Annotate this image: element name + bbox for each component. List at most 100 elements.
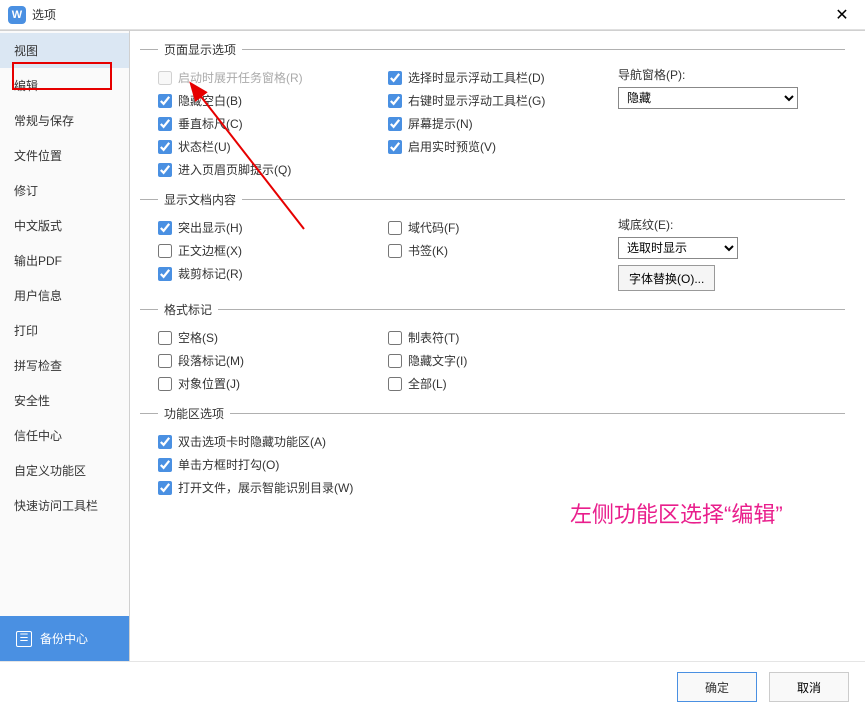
format-marks-checkbox-input-2[interactable] (158, 377, 172, 391)
page-display-checkbox-input-1[interactable] (388, 94, 402, 108)
format-marks-checkbox-2[interactable]: 全部(L) (388, 372, 608, 395)
checkbox-label: 打开文件，展示智能识别目录(W) (178, 479, 353, 496)
sidebar: 视图编辑常规与保存文件位置修订中文版式输出PDF用户信息打印拼写检查安全性信任中… (0, 31, 130, 661)
page-display-checkbox-input-0[interactable] (388, 71, 402, 85)
page-display-checkbox-0[interactable]: 选择时显示浮动工具栏(D) (388, 66, 608, 89)
format-marks-checkbox-input-2[interactable] (388, 377, 402, 391)
checkbox-label: 隐藏空白(B) (178, 92, 242, 109)
format-marks-checkbox-input-1[interactable] (158, 354, 172, 368)
cancel-button[interactable]: 取消 (769, 672, 849, 702)
doc-content-checkbox-1[interactable]: 书签(K) (388, 239, 608, 262)
sidebar-item-13[interactable]: 快速访问工具栏 (0, 488, 129, 523)
group-legend: 页面显示选项 (158, 41, 242, 58)
group-format-marks: 格式标记 空格(S)段落标记(M)对象位置(J) 制表符(T)隐藏文字(I)全部… (140, 301, 845, 399)
doc-content-checkbox-1[interactable]: 正文边框(X) (158, 239, 378, 262)
format-marks-checkbox-input-0[interactable] (388, 331, 402, 345)
checkbox-label: 书签(K) (408, 242, 448, 259)
checkbox-label: 垂直标尺(C) (178, 115, 243, 132)
format-marks-checkbox-0[interactable]: 制表符(T) (388, 326, 608, 349)
sidebar-item-7[interactable]: 用户信息 (0, 278, 129, 313)
doc-content-checkbox-2[interactable]: 裁剪标记(R) (158, 262, 378, 285)
format-marks-checkbox-input-1[interactable] (388, 354, 402, 368)
checkbox-label: 选择时显示浮动工具栏(D) (408, 69, 545, 86)
doc-content-checkbox-0[interactable]: 突出显示(H) (158, 216, 378, 239)
sidebar-item-8[interactable]: 打印 (0, 313, 129, 348)
ribbon-checkbox-input-1[interactable] (158, 458, 172, 472)
sidebar-item-1[interactable]: 编辑 (0, 68, 129, 103)
sidebar-item-6[interactable]: 输出PDF (0, 243, 129, 278)
checkbox-label: 状态栏(U) (178, 138, 231, 155)
dialog-body: 视图编辑常规与保存文件位置修订中文版式输出PDF用户信息打印拼写检查安全性信任中… (0, 30, 865, 661)
field-shading-label: 域底纹(E): (618, 216, 808, 233)
checkbox-label: 突出显示(H) (178, 219, 243, 236)
ribbon-checkbox-input-0[interactable] (158, 435, 172, 449)
checkbox-label: 启动时展开任务窗格(R) (178, 69, 303, 86)
app-icon: W (8, 6, 26, 24)
dialog-footer: 确定 取消 (0, 661, 865, 712)
doc-content-checkbox-input-0[interactable] (388, 221, 402, 235)
ribbon-checkbox-input-2[interactable] (158, 481, 172, 495)
nav-pane-select[interactable]: 隐藏 (618, 87, 798, 109)
doc-content-checkbox-0[interactable]: 域代码(F) (388, 216, 608, 239)
format-marks-checkbox-2[interactable]: 对象位置(J) (158, 372, 378, 395)
ok-button[interactable]: 确定 (677, 672, 757, 702)
doc-content-checkbox-input-2[interactable] (158, 267, 172, 281)
field-shading-select[interactable]: 选取时显示 (618, 237, 738, 259)
doc-content-checkbox-input-1[interactable] (158, 244, 172, 258)
checkbox-label: 域代码(F) (408, 219, 459, 236)
format-marks-checkbox-input-0[interactable] (158, 331, 172, 345)
page-display-checkbox-input-2[interactable] (158, 117, 172, 131)
page-display-checkbox-2[interactable]: 屏幕提示(N) (388, 112, 608, 135)
page-display-checkbox-3[interactable]: 状态栏(U) (158, 135, 378, 158)
backup-center-button[interactable]: ☰ 备份中心 (0, 616, 129, 661)
sidebar-item-10[interactable]: 安全性 (0, 383, 129, 418)
checkbox-label: 双击选项卡时隐藏功能区(A) (178, 433, 326, 450)
sidebar-item-9[interactable]: 拼写检查 (0, 348, 129, 383)
page-display-checkbox-3[interactable]: 启用实时预览(V) (388, 135, 608, 158)
font-replace-button[interactable]: 字体替换(O)... (618, 265, 715, 291)
format-marks-checkbox-1[interactable]: 隐藏文字(I) (388, 349, 608, 372)
close-icon[interactable]: ✕ (827, 0, 857, 30)
sidebar-item-12[interactable]: 自定义功能区 (0, 453, 129, 488)
page-display-checkbox-input-4[interactable] (158, 163, 172, 177)
group-ribbon-options: 功能区选项 双击选项卡时隐藏功能区(A) 单击方框时打勾(O) 打开文件，展示智能识… (140, 405, 845, 503)
page-display-checkbox-4[interactable]: 进入页眉页脚提示(Q) (158, 158, 378, 181)
page-display-checkbox-input-0 (158, 71, 172, 85)
page-display-checkbox-input-2[interactable] (388, 117, 402, 131)
page-display-checkbox-1[interactable]: 右键时显示浮动工具栏(G) (388, 89, 608, 112)
format-marks-checkbox-0[interactable]: 空格(S) (158, 326, 378, 349)
page-display-checkbox-2[interactable]: 垂直标尺(C) (158, 112, 378, 135)
checkbox-label: 进入页眉页脚提示(Q) (178, 161, 291, 178)
sidebar-item-5[interactable]: 中文版式 (0, 208, 129, 243)
ribbon-checkbox-1[interactable]: 单击方框时打勾(O) (158, 453, 841, 476)
sidebar-item-11[interactable]: 信任中心 (0, 418, 129, 453)
sidebar-item-0[interactable]: 视图 (0, 33, 129, 68)
doc-content-checkbox-input-1[interactable] (388, 244, 402, 258)
page-display-checkbox-1[interactable]: 隐藏空白(B) (158, 89, 378, 112)
dialog-title: 选项 (32, 6, 827, 23)
checkbox-label: 裁剪标记(R) (178, 265, 243, 282)
nav-pane-label: 导航窗格(P): (618, 66, 808, 83)
checkbox-label: 制表符(T) (408, 329, 459, 346)
checkbox-label: 段落标记(M) (178, 352, 244, 369)
format-marks-checkbox-1[interactable]: 段落标记(M) (158, 349, 378, 372)
ribbon-checkbox-0[interactable]: 双击选项卡时隐藏功能区(A) (158, 430, 841, 453)
group-legend: 显示文档内容 (158, 191, 242, 208)
checkbox-label: 屏幕提示(N) (408, 115, 473, 132)
checkbox-label: 单击方框时打勾(O) (178, 456, 279, 473)
sidebar-item-3[interactable]: 文件位置 (0, 138, 129, 173)
sidebar-item-2[interactable]: 常规与保存 (0, 103, 129, 138)
checkbox-label: 正文边框(X) (178, 242, 242, 259)
sidebar-item-4[interactable]: 修订 (0, 173, 129, 208)
options-dialog: W 选项 ✕ 视图编辑常规与保存文件位置修订中文版式输出PDF用户信息打印拼写检… (0, 0, 865, 712)
page-display-checkbox-input-1[interactable] (158, 94, 172, 108)
checkbox-label: 全部(L) (408, 375, 447, 392)
main-panel: 页面显示选项 启动时展开任务窗格(R) 隐藏空白(B) 垂直标尺(C) 状态栏(U) 进… (130, 31, 865, 661)
group-page-display: 页面显示选项 启动时展开任务窗格(R) 隐藏空白(B) 垂直标尺(C) 状态栏(U) 进… (140, 41, 845, 185)
doc-content-checkbox-input-0[interactable] (158, 221, 172, 235)
group-legend: 功能区选项 (158, 405, 230, 422)
page-display-checkbox-input-3[interactable] (388, 140, 402, 154)
ribbon-checkbox-2[interactable]: 打开文件，展示智能识别目录(W) (158, 476, 841, 499)
page-display-checkbox-input-3[interactable] (158, 140, 172, 154)
checkbox-label: 右键时显示浮动工具栏(G) (408, 92, 545, 109)
